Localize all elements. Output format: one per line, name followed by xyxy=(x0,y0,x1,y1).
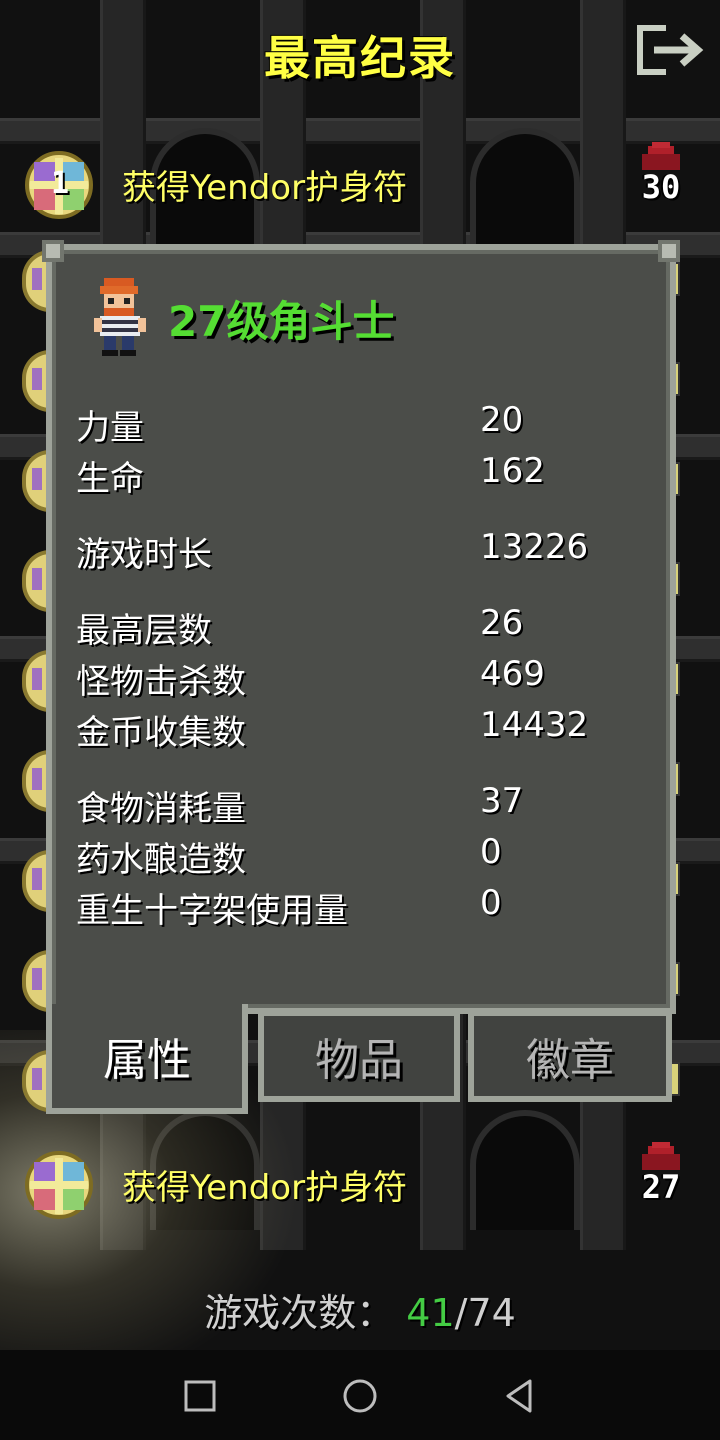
record-cause: 获得Yendor护身符 xyxy=(122,168,408,208)
stat-label-food-eaten: 食物消耗量 xyxy=(76,789,246,829)
recent-apps-button[interactable] xyxy=(178,1374,222,1418)
stat-value-enemies-slain: 469 xyxy=(480,654,545,694)
back-button[interactable] xyxy=(498,1374,542,1418)
stat-label-max-depth: 最高层数 xyxy=(76,611,212,651)
stat-value-health: 162 xyxy=(480,451,545,491)
exit-icon xyxy=(637,25,704,75)
stat-value-food-eaten: 37 xyxy=(480,781,524,821)
tab-label: 徽章 xyxy=(526,1035,614,1086)
back-icon xyxy=(506,1379,532,1413)
system-navigation-bar xyxy=(0,1350,720,1440)
record-detail-dialog: 27级角斗士 力量 20 生命 162 游戏时长 13226 最高层数 26 怪… xyxy=(42,240,680,1014)
tab-label: 物品 xyxy=(315,1035,403,1086)
stat-label-potions-cooked: 药水酿造数 xyxy=(76,840,246,880)
depth-badge: 30 xyxy=(636,142,686,222)
stat-label-enemies-slain: 怪物击杀数 xyxy=(76,662,246,702)
record-row[interactable]: 获得Yendor护身符 27 xyxy=(0,1140,720,1230)
stat-value-duration: 13226 xyxy=(480,527,589,567)
stat-value-gold-collected: 14432 xyxy=(480,705,589,745)
depth-number: 30 xyxy=(641,168,681,206)
rank-number: 1 xyxy=(50,166,70,201)
stat-label-health: 生命 xyxy=(76,459,144,499)
gladiator-icon xyxy=(94,278,146,356)
stat-label-gold-collected: 金币收集数 xyxy=(76,713,246,753)
stat-value-ankhs-used: 0 xyxy=(480,883,502,923)
depth-badge: 27 xyxy=(636,1142,686,1222)
home-icon xyxy=(343,1379,377,1413)
record-row[interactable]: 1 获得Yendor护身符 30 xyxy=(0,140,720,230)
tab-stats[interactable]: 属性 xyxy=(46,1004,248,1114)
tab-badges[interactable]: 徽章 xyxy=(468,1010,672,1102)
games-label: 游戏次数： xyxy=(204,1291,395,1335)
record-cause: 获得Yendor护身符 xyxy=(122,1168,408,1208)
rankings-screen: 最高纪录 1 获得Yendor护身符 30 获得Yendor护身符 27 27级… xyxy=(0,0,720,1440)
panel-corner xyxy=(42,240,64,262)
tab-items[interactable]: 物品 xyxy=(258,1010,460,1102)
depth-number: 27 xyxy=(641,1168,681,1206)
page-title: 最高纪录 xyxy=(264,31,456,85)
stat-label-strength: 力量 xyxy=(76,408,144,448)
tab-label: 属性 xyxy=(103,1035,191,1086)
stat-label-ankhs-used: 重生十字架使用量 xyxy=(76,891,348,931)
stat-value-potions-cooked: 0 xyxy=(480,832,502,872)
exit-button[interactable] xyxy=(636,24,706,76)
games-total-count: /74 xyxy=(454,1291,516,1335)
stat-label-duration: 游戏时长 xyxy=(76,535,212,575)
stat-value-strength: 20 xyxy=(480,400,524,440)
hero-class-title: 27级角斗士 xyxy=(168,297,395,346)
games-won-count: 41 xyxy=(406,1291,455,1335)
panel-corner xyxy=(658,240,680,262)
stat-value-max-depth: 26 xyxy=(480,603,524,643)
home-button[interactable] xyxy=(338,1374,382,1418)
recent-apps-icon xyxy=(184,1380,216,1412)
amulet-icon xyxy=(25,1151,93,1219)
games-played-counter: 游戏次数： 41/74 xyxy=(0,1282,720,1337)
